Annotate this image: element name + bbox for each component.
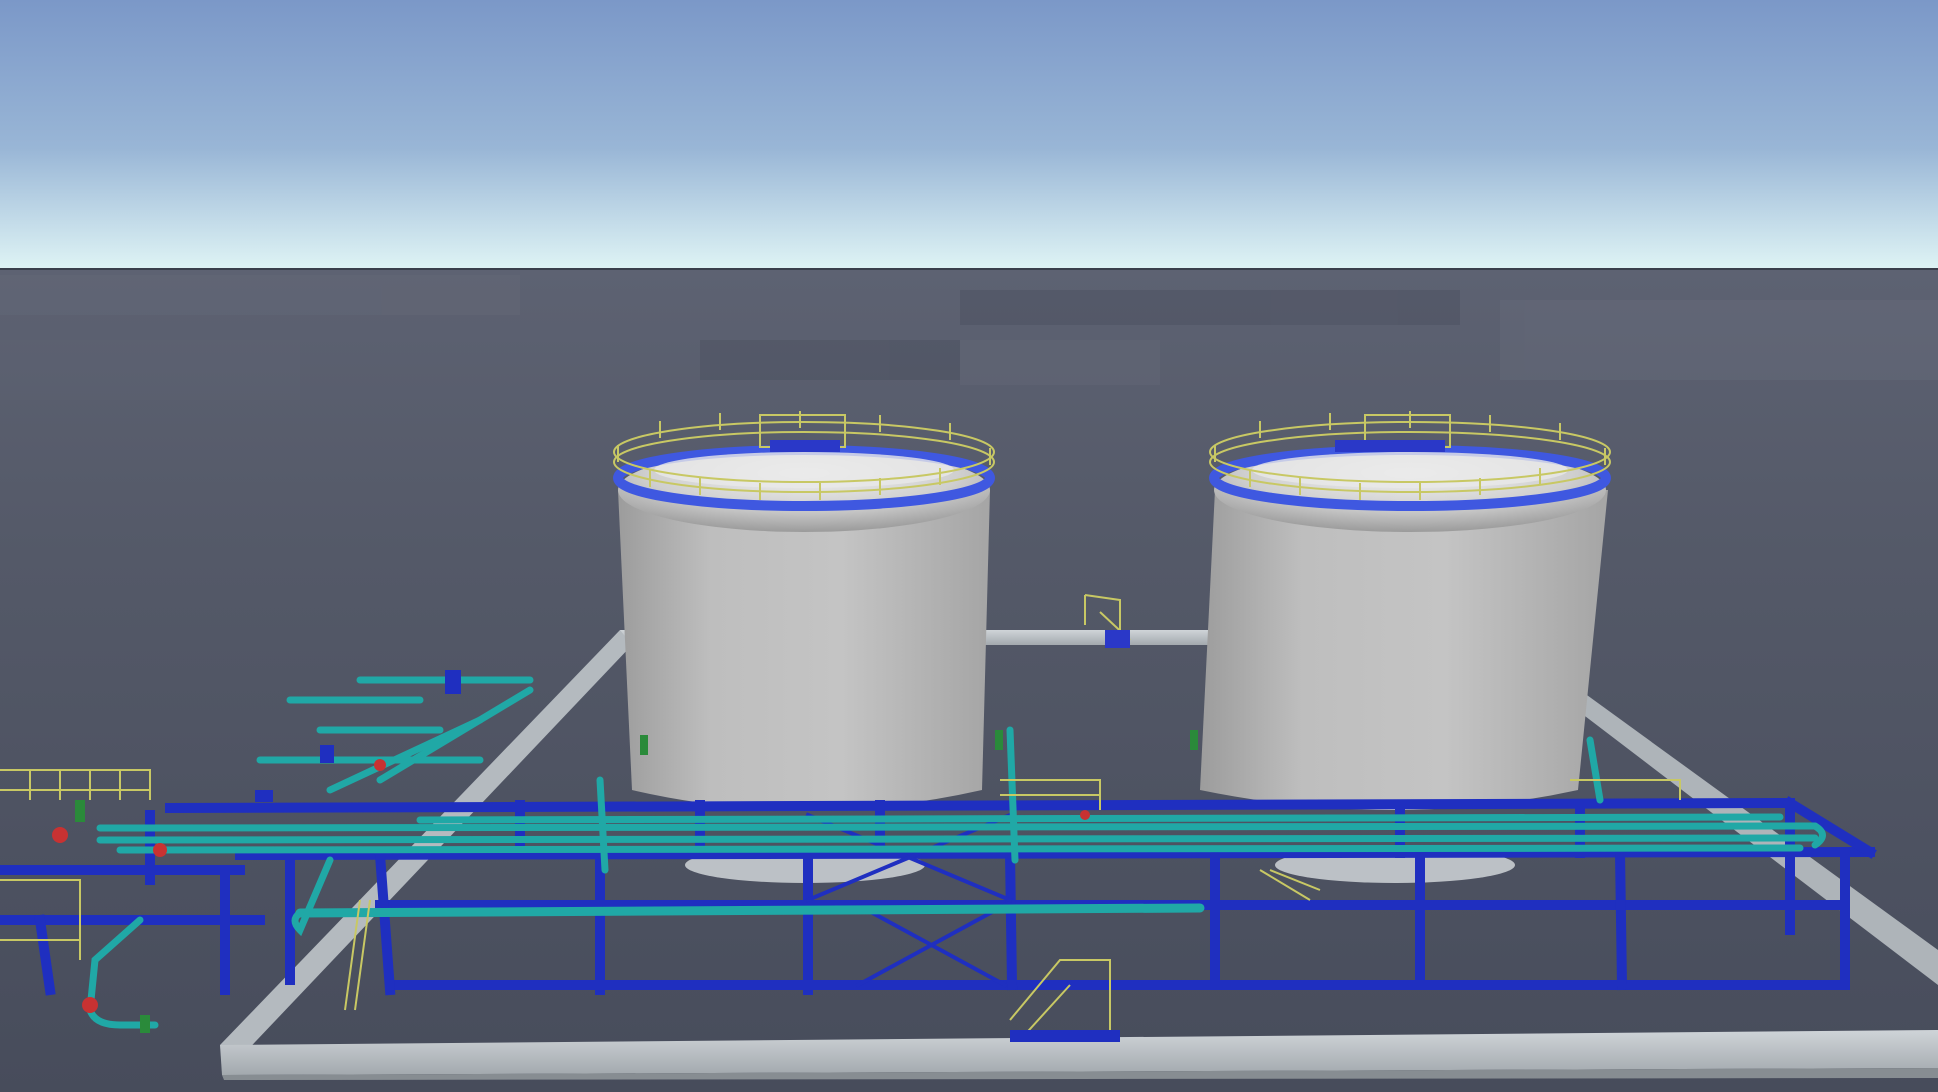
plant-scene[interactable] [0,0,1938,1092]
sky [0,0,1938,270]
3d-viewport[interactable] [0,0,1938,1092]
